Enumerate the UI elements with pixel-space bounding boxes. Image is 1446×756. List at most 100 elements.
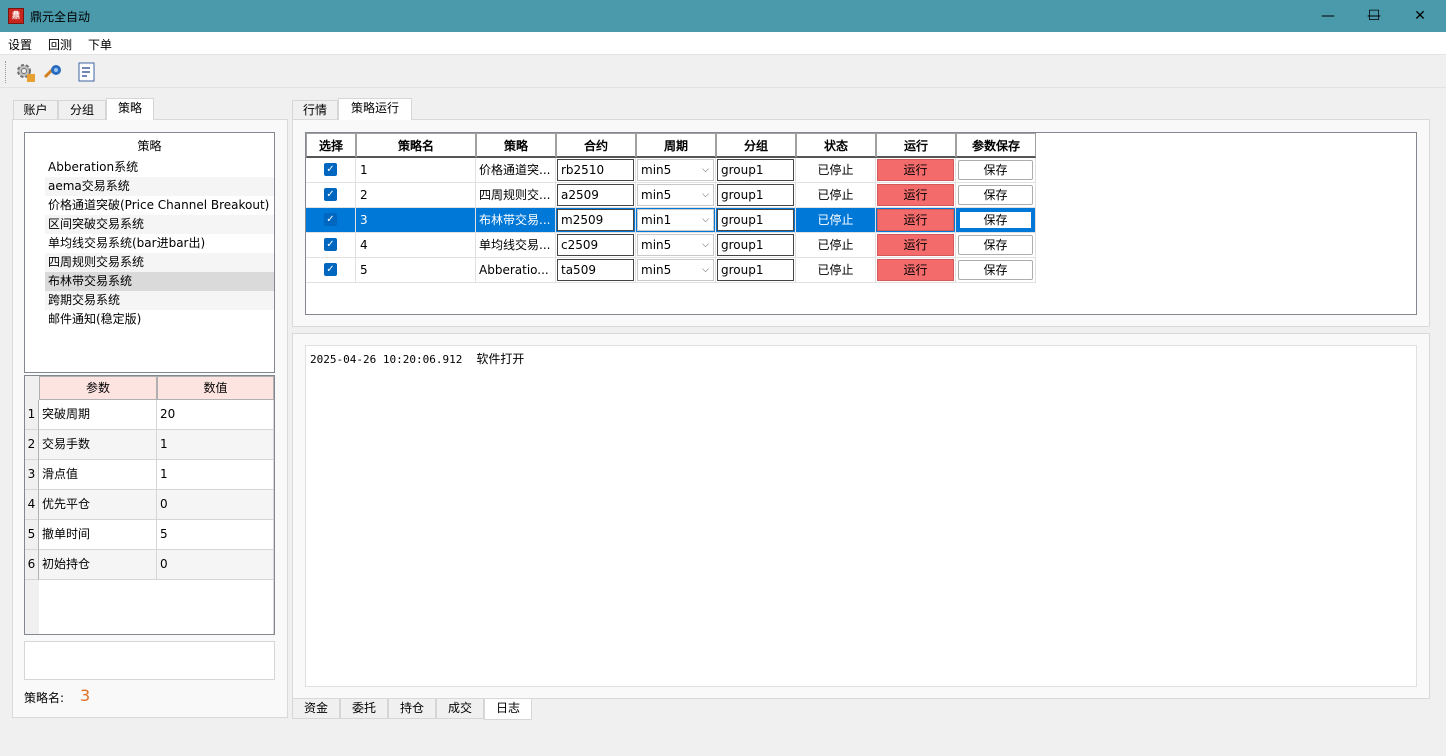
tab-account[interactable]: 账户 [13, 100, 58, 120]
group-input[interactable]: group1 [717, 234, 794, 256]
chevron-down-icon: ⌵ [702, 240, 709, 250]
table-cell-name[interactable]: 1 [356, 158, 476, 183]
table-cell-strategy[interactable]: 布林带交易... [476, 208, 556, 233]
contract-input[interactable]: rb2510 [557, 159, 634, 181]
list-item-selected[interactable]: 布林带交易系统 [45, 272, 274, 291]
period-select[interactable]: min5 ⌵ [637, 234, 714, 256]
list-item[interactable]: Abberation系统 [45, 158, 274, 177]
period-select[interactable]: min5 ⌵ [637, 159, 714, 181]
toolbar [0, 54, 1446, 88]
login-icon[interactable] [42, 61, 64, 83]
run-button[interactable]: 运行 [877, 159, 954, 181]
contract-input[interactable]: c2509 [557, 234, 634, 256]
col-header-group[interactable]: 分组 [716, 133, 796, 158]
maximize-button[interactable]: ☐ [1351, 0, 1397, 32]
param-name[interactable]: 突破周期 [39, 400, 157, 430]
param-name[interactable]: 撤单时间 [39, 520, 157, 550]
save-button[interactable]: 保存 [958, 235, 1033, 255]
param-name[interactable]: 初始持仓 [39, 550, 157, 580]
list-item[interactable]: 单均线交易系统(bar进bar出) [45, 234, 274, 253]
table-cell-contract: m2509 [556, 208, 636, 233]
table-cell-contract: rb2510 [556, 158, 636, 183]
table-cell-contract: a2509 [556, 183, 636, 208]
col-header-run[interactable]: 运行 [876, 133, 956, 158]
minimize-button-2[interactable]: — [1305, 0, 1351, 32]
checkbox[interactable]: ✓ [324, 188, 337, 201]
param-name[interactable]: 滑点值 [39, 460, 157, 490]
param-name[interactable]: 交易手数 [39, 430, 157, 460]
col-header-save[interactable]: 参数保存 [956, 133, 1036, 158]
table-cell-name[interactable]: 3 [356, 208, 476, 233]
tab-positions[interactable]: 持仓 [388, 699, 436, 719]
contract-input[interactable]: m2509 [557, 209, 634, 231]
close-button[interactable]: ✕ [1397, 0, 1443, 32]
toolbar-grip [5, 61, 8, 83]
menu-backtest[interactable]: 回测 [48, 36, 72, 53]
save-button[interactable]: 保存 [958, 210, 1033, 230]
col-header-name[interactable]: 策略名 [356, 133, 476, 158]
group-input[interactable]: group1 [717, 159, 794, 181]
checkbox[interactable]: ✓ [324, 213, 337, 226]
tab-strategy[interactable]: 策略 [106, 98, 154, 120]
list-item[interactable]: 区间突破交易系统 [45, 215, 274, 234]
table-cell-strategy[interactable]: Abberatio... [476, 258, 556, 283]
param-name[interactable]: 优先平仓 [39, 490, 157, 520]
param-value[interactable]: 0 [157, 490, 274, 520]
table-cell-run: 运行 [876, 158, 956, 183]
col-header-status[interactable]: 状态 [796, 133, 876, 158]
gear-icon[interactable] [14, 61, 36, 83]
group-input[interactable]: group1 [717, 209, 794, 231]
contract-input[interactable]: ta509 [557, 259, 634, 281]
tab-trades[interactable]: 成交 [436, 699, 484, 719]
row-number: 5 [25, 520, 39, 550]
table-cell-strategy[interactable]: 单均线交易... [476, 233, 556, 258]
save-button[interactable]: 保存 [958, 260, 1033, 280]
tab-log[interactable]: 日志 [484, 699, 532, 720]
table-cell-name[interactable]: 5 [356, 258, 476, 283]
run-button[interactable]: 运行 [877, 184, 954, 206]
checkbox[interactable]: ✓ [324, 163, 337, 176]
run-button[interactable]: 运行 [877, 209, 954, 231]
tab-funds[interactable]: 资金 [292, 699, 340, 719]
col-header-strategy[interactable]: 策略 [476, 133, 556, 158]
col-header-select[interactable]: 选择 [306, 133, 356, 158]
period-select[interactable]: min5 ⌵ [637, 184, 714, 206]
tab-group[interactable]: 分组 [58, 100, 106, 120]
log-line: 2025-04-26 10:20:06.912 软件打开 [310, 350, 524, 367]
group-input[interactable]: group1 [717, 259, 794, 281]
table-cell-name[interactable]: 4 [356, 233, 476, 258]
list-item[interactable]: 四周规则交易系统 [45, 253, 274, 272]
period-select[interactable]: min5 ⌵ [637, 259, 714, 281]
chart-icon[interactable] [76, 61, 98, 83]
tab-orders[interactable]: 委托 [340, 699, 388, 719]
param-value[interactable]: 1 [157, 430, 274, 460]
save-button[interactable]: 保存 [958, 160, 1033, 180]
param-value[interactable]: 20 [157, 400, 274, 430]
run-button[interactable]: 运行 [877, 259, 954, 281]
param-value[interactable]: 0 [157, 550, 274, 580]
note-box[interactable] [24, 641, 275, 680]
save-button[interactable]: 保存 [958, 185, 1033, 205]
run-button[interactable]: 运行 [877, 234, 954, 256]
period-select[interactable]: min1 ⌵ [637, 209, 714, 231]
param-value[interactable]: 5 [157, 520, 274, 550]
list-item[interactable]: 价格通道突破(Price Channel Breakout) [45, 196, 274, 215]
tab-strategy-run[interactable]: 策略运行 [338, 98, 412, 120]
table-cell-name[interactable]: 2 [356, 183, 476, 208]
checkbox[interactable]: ✓ [324, 238, 337, 251]
menu-order[interactable]: 下单 [88, 36, 112, 53]
list-item[interactable]: 邮件通知(稳定版) [45, 310, 274, 329]
menu-settings[interactable]: 设置 [8, 36, 32, 53]
table-cell-status: 已停止 [796, 233, 876, 258]
table-cell-strategy[interactable]: 价格通道突... [476, 158, 556, 183]
param-value[interactable]: 1 [157, 460, 274, 490]
table-cell-strategy[interactable]: 四周规则交... [476, 183, 556, 208]
list-item[interactable]: 跨期交易系统 [45, 291, 274, 310]
contract-input[interactable]: a2509 [557, 184, 634, 206]
col-header-contract[interactable]: 合约 [556, 133, 636, 158]
group-input[interactable]: group1 [717, 184, 794, 206]
col-header-period[interactable]: 周期 [636, 133, 716, 158]
tab-market[interactable]: 行情 [292, 100, 338, 120]
checkbox[interactable]: ✓ [324, 263, 337, 276]
list-item[interactable]: aema交易系统 [45, 177, 274, 196]
